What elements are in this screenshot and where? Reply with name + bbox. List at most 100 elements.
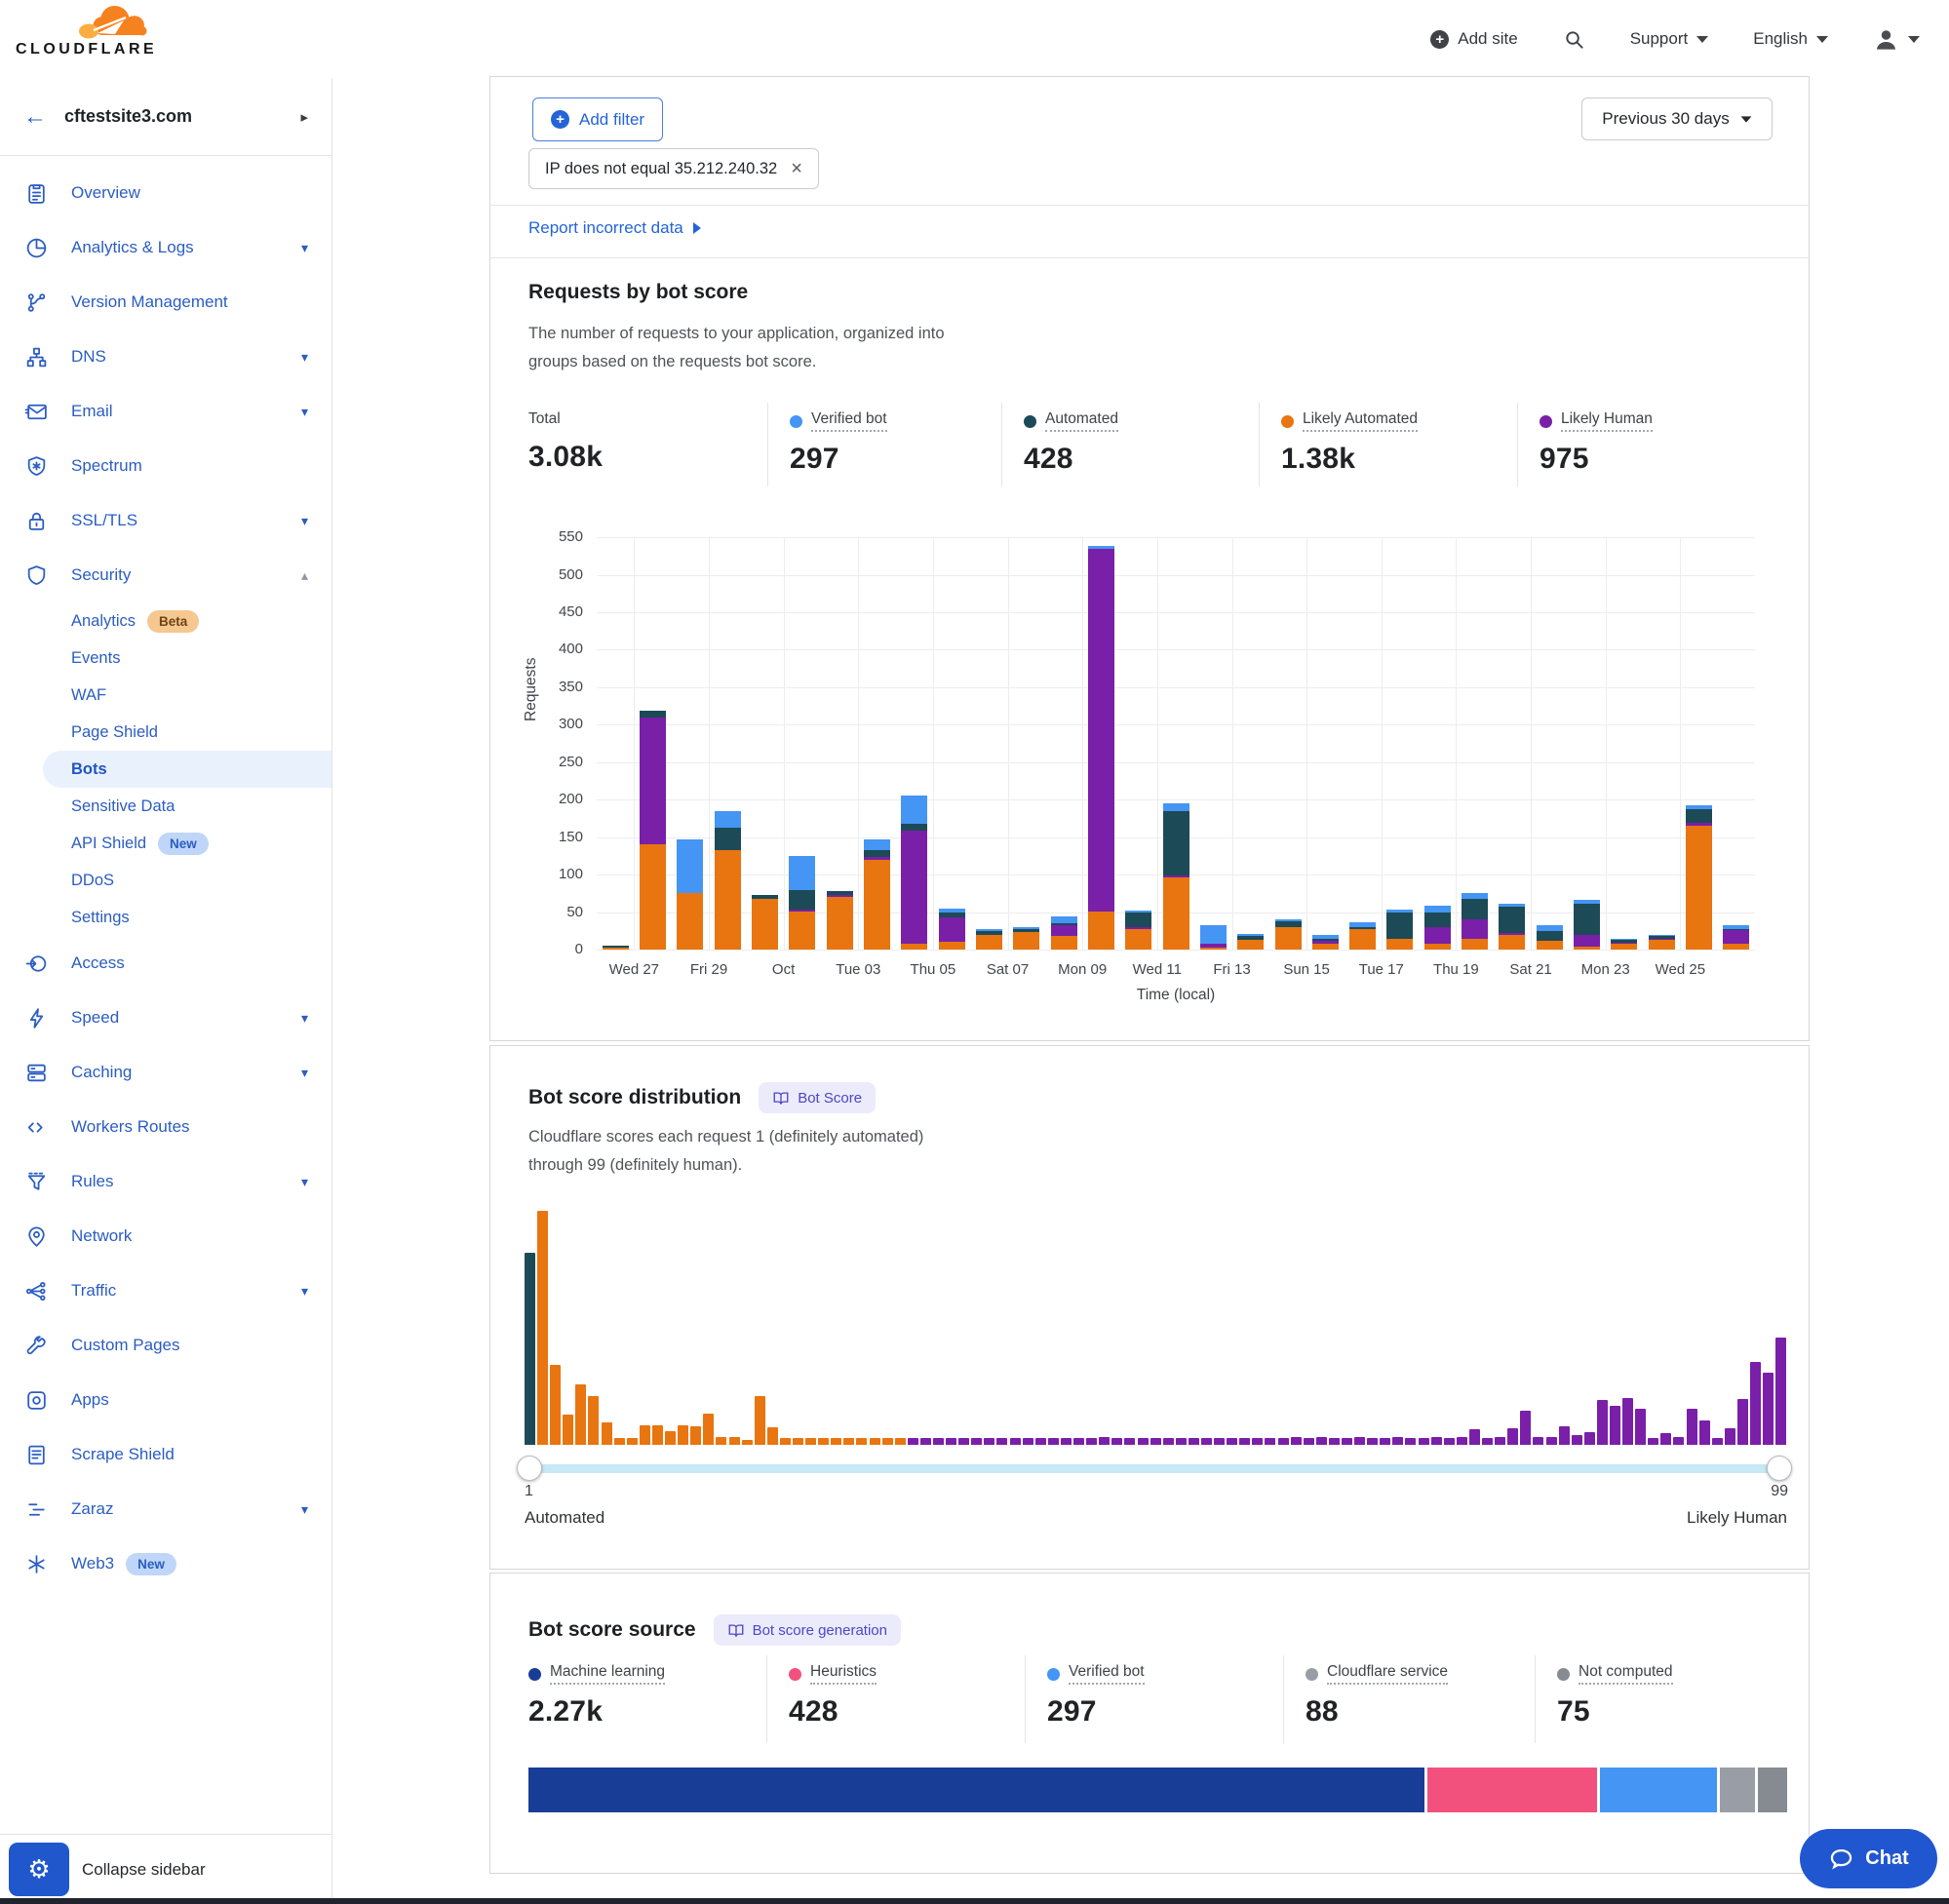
sidebar-subitem-analytics[interactable]: AnalyticsBeta <box>0 602 331 640</box>
date-range-dropdown[interactable]: Previous 30 days <box>1581 97 1773 140</box>
sidebar-subitem-sensitive-data[interactable]: Sensitive Data <box>0 788 331 825</box>
sidebar-item-label: Scrape Shield <box>71 1445 175 1464</box>
stat-label[interactable]: Heuristics <box>810 1663 877 1685</box>
chevron-up-icon[interactable]: ▴ <box>301 567 308 584</box>
collapse-sidebar-label[interactable]: Collapse sidebar <box>82 1860 206 1880</box>
source-segment-heuristics <box>1427 1768 1596 1812</box>
source-title: Bot score source <box>528 1618 696 1642</box>
close-icon[interactable]: × <box>791 159 802 178</box>
stat-label[interactable]: Verified bot <box>811 410 887 432</box>
sidebar-item-speed[interactable]: Speed▾ <box>0 991 331 1045</box>
sidebar-subitem-events[interactable]: Events <box>0 640 331 677</box>
chevron-down-icon[interactable]: ▾ <box>301 513 308 529</box>
chevron-down-icon[interactable]: ▾ <box>301 1501 308 1518</box>
sidebar-item-analytics-logs[interactable]: Analytics & Logs▾ <box>0 220 331 275</box>
sidebar-item-dns[interactable]: DNS▾ <box>0 330 331 384</box>
sidebar-item-access[interactable]: Access <box>0 936 331 991</box>
chat-label: Chat <box>1865 1847 1908 1870</box>
search-button[interactable] <box>1563 28 1585 51</box>
stat-label[interactable]: Cloudflare service <box>1327 1663 1448 1685</box>
sidebar-item-overview[interactable]: Overview <box>0 166 331 220</box>
sidebar-item-custom-pages[interactable]: Custom Pages <box>0 1318 331 1373</box>
chevron-down-icon[interactable]: ▾ <box>301 240 308 256</box>
sidebar-subitem-bots[interactable]: Bots <box>43 751 331 788</box>
server-stack-icon <box>23 1061 50 1085</box>
stat-label[interactable]: Verified bot <box>1069 1663 1145 1685</box>
sidebar-item-caching[interactable]: Caching▾ <box>0 1045 331 1100</box>
slider-handle-max[interactable] <box>1767 1456 1792 1481</box>
sidebar-item-version-management[interactable]: Version Management <box>0 275 331 330</box>
sidebar-item-workers-routes[interactable]: Workers Routes <box>0 1100 331 1154</box>
sidebar-item-spectrum[interactable]: Spectrum <box>0 439 331 493</box>
histogram-bar <box>1073 1438 1084 1445</box>
sidebar-subitem-ddos[interactable]: DDoS <box>0 862 331 899</box>
sidebar-item-apps[interactable]: Apps <box>0 1373 331 1427</box>
y-axis-label: Requests <box>523 658 540 721</box>
add-site-label: Add site <box>1458 29 1517 49</box>
chevron-down-icon[interactable]: ▾ <box>301 349 308 366</box>
chat-button[interactable]: Chat <box>1800 1829 1937 1888</box>
bot-score-generation-badge[interactable]: Bot score generation <box>714 1614 901 1646</box>
histogram-bar <box>1354 1437 1365 1445</box>
sidebar-subitem-waf[interactable]: WAF <box>0 677 331 714</box>
stat-total: Total3.08k <box>528 403 767 486</box>
chevron-down-icon <box>1908 36 1920 43</box>
stat-label[interactable]: Not computed <box>1579 1663 1673 1685</box>
sidebar-item-email[interactable]: Email▾ <box>0 384 331 439</box>
sidebar-item-traffic[interactable]: Traffic▾ <box>0 1263 331 1318</box>
sidebar-item-zaraz[interactable]: Zaraz ▾ <box>0 1482 331 1536</box>
sidebar-subitem-page-shield[interactable]: Page Shield <box>0 714 331 751</box>
score-range-slider[interactable] <box>528 1464 1787 1473</box>
sidebar-subitem-settings[interactable]: Settings <box>0 899 331 936</box>
account-menu[interactable] <box>1873 26 1920 53</box>
histogram-bar <box>1214 1438 1225 1445</box>
chevron-down-icon[interactable]: ▾ <box>301 1065 308 1081</box>
gridline <box>1531 537 1532 950</box>
sidebar-subitem-label: WAF <box>71 686 106 705</box>
sidebar-item-rules[interactable]: Rules▾ <box>0 1154 331 1209</box>
sidebar-item-network[interactable]: Network <box>0 1209 331 1263</box>
sidebar-item-ssl-tls[interactable]: SSL/TLS▾ <box>0 493 331 548</box>
site-row: ← cftestsite3.com ▸ <box>0 78 331 156</box>
sidebar-item-web3[interactable]: Web3New <box>0 1536 331 1591</box>
stat-label[interactable]: Automated <box>1045 410 1118 432</box>
bot-score-badge[interactable]: Bot Score <box>759 1082 876 1113</box>
shield-icon <box>23 563 50 588</box>
language-menu[interactable]: English <box>1753 29 1828 49</box>
stat-label[interactable]: Machine learning <box>550 1663 665 1685</box>
settings-gear-button[interactable]: ⚙ <box>9 1843 69 1896</box>
chevron-down-icon[interactable]: ▾ <box>301 1283 308 1300</box>
sidebar-item-security[interactable]: Security▴ <box>0 548 331 602</box>
histogram-bar <box>870 1438 880 1445</box>
y-tick-label: 550 <box>534 528 583 545</box>
sidebar-item-label: Zaraz <box>71 1499 113 1519</box>
add-filter-button[interactable]: + Add filter <box>532 97 663 141</box>
stat-label[interactable]: Likely Human <box>1561 410 1653 432</box>
sidebar-item-scrape-shield[interactable]: Scrape Shield <box>0 1427 331 1482</box>
stat-label[interactable]: Likely Automated <box>1303 410 1418 432</box>
histogram-bar <box>1520 1411 1531 1445</box>
chevron-down-icon[interactable]: ▾ <box>301 404 308 420</box>
add-site-button[interactable]: + Add site <box>1430 29 1517 49</box>
back-arrow-icon[interactable]: ← <box>23 103 64 131</box>
bar-segment-likely-automated <box>677 893 703 950</box>
cloudflare-logo[interactable]: CLOUDFLARE <box>16 2 160 58</box>
bar-segment-likely-automated <box>1537 941 1563 950</box>
clipboard-icon <box>23 181 50 206</box>
site-switcher-caret-icon[interactable]: ▸ <box>300 108 308 126</box>
bar-segment-likely-automated <box>1574 947 1600 950</box>
sidebar-subitem-api-shield[interactable]: API ShieldNew <box>0 825 331 862</box>
chevron-down-icon <box>1740 116 1751 122</box>
gridline <box>597 950 1755 951</box>
stat-likely-automated: Likely Automated1.38k <box>1259 403 1517 486</box>
histogram-bar <box>1150 1438 1161 1445</box>
support-menu[interactable]: Support <box>1630 29 1709 49</box>
report-incorrect-data-link[interactable]: Report incorrect data <box>528 218 701 238</box>
chevron-down-icon[interactable]: ▾ <box>301 1174 308 1190</box>
bar-segment-likely-automated <box>1499 935 1525 950</box>
chevron-down-icon[interactable]: ▾ <box>301 1010 308 1027</box>
add-filter-label: Add filter <box>579 110 644 130</box>
slider-handle-min[interactable] <box>517 1456 542 1481</box>
filter-chip[interactable]: IP does not equal 35.212.240.32 × <box>528 148 819 189</box>
histogram-bar <box>958 1438 969 1445</box>
